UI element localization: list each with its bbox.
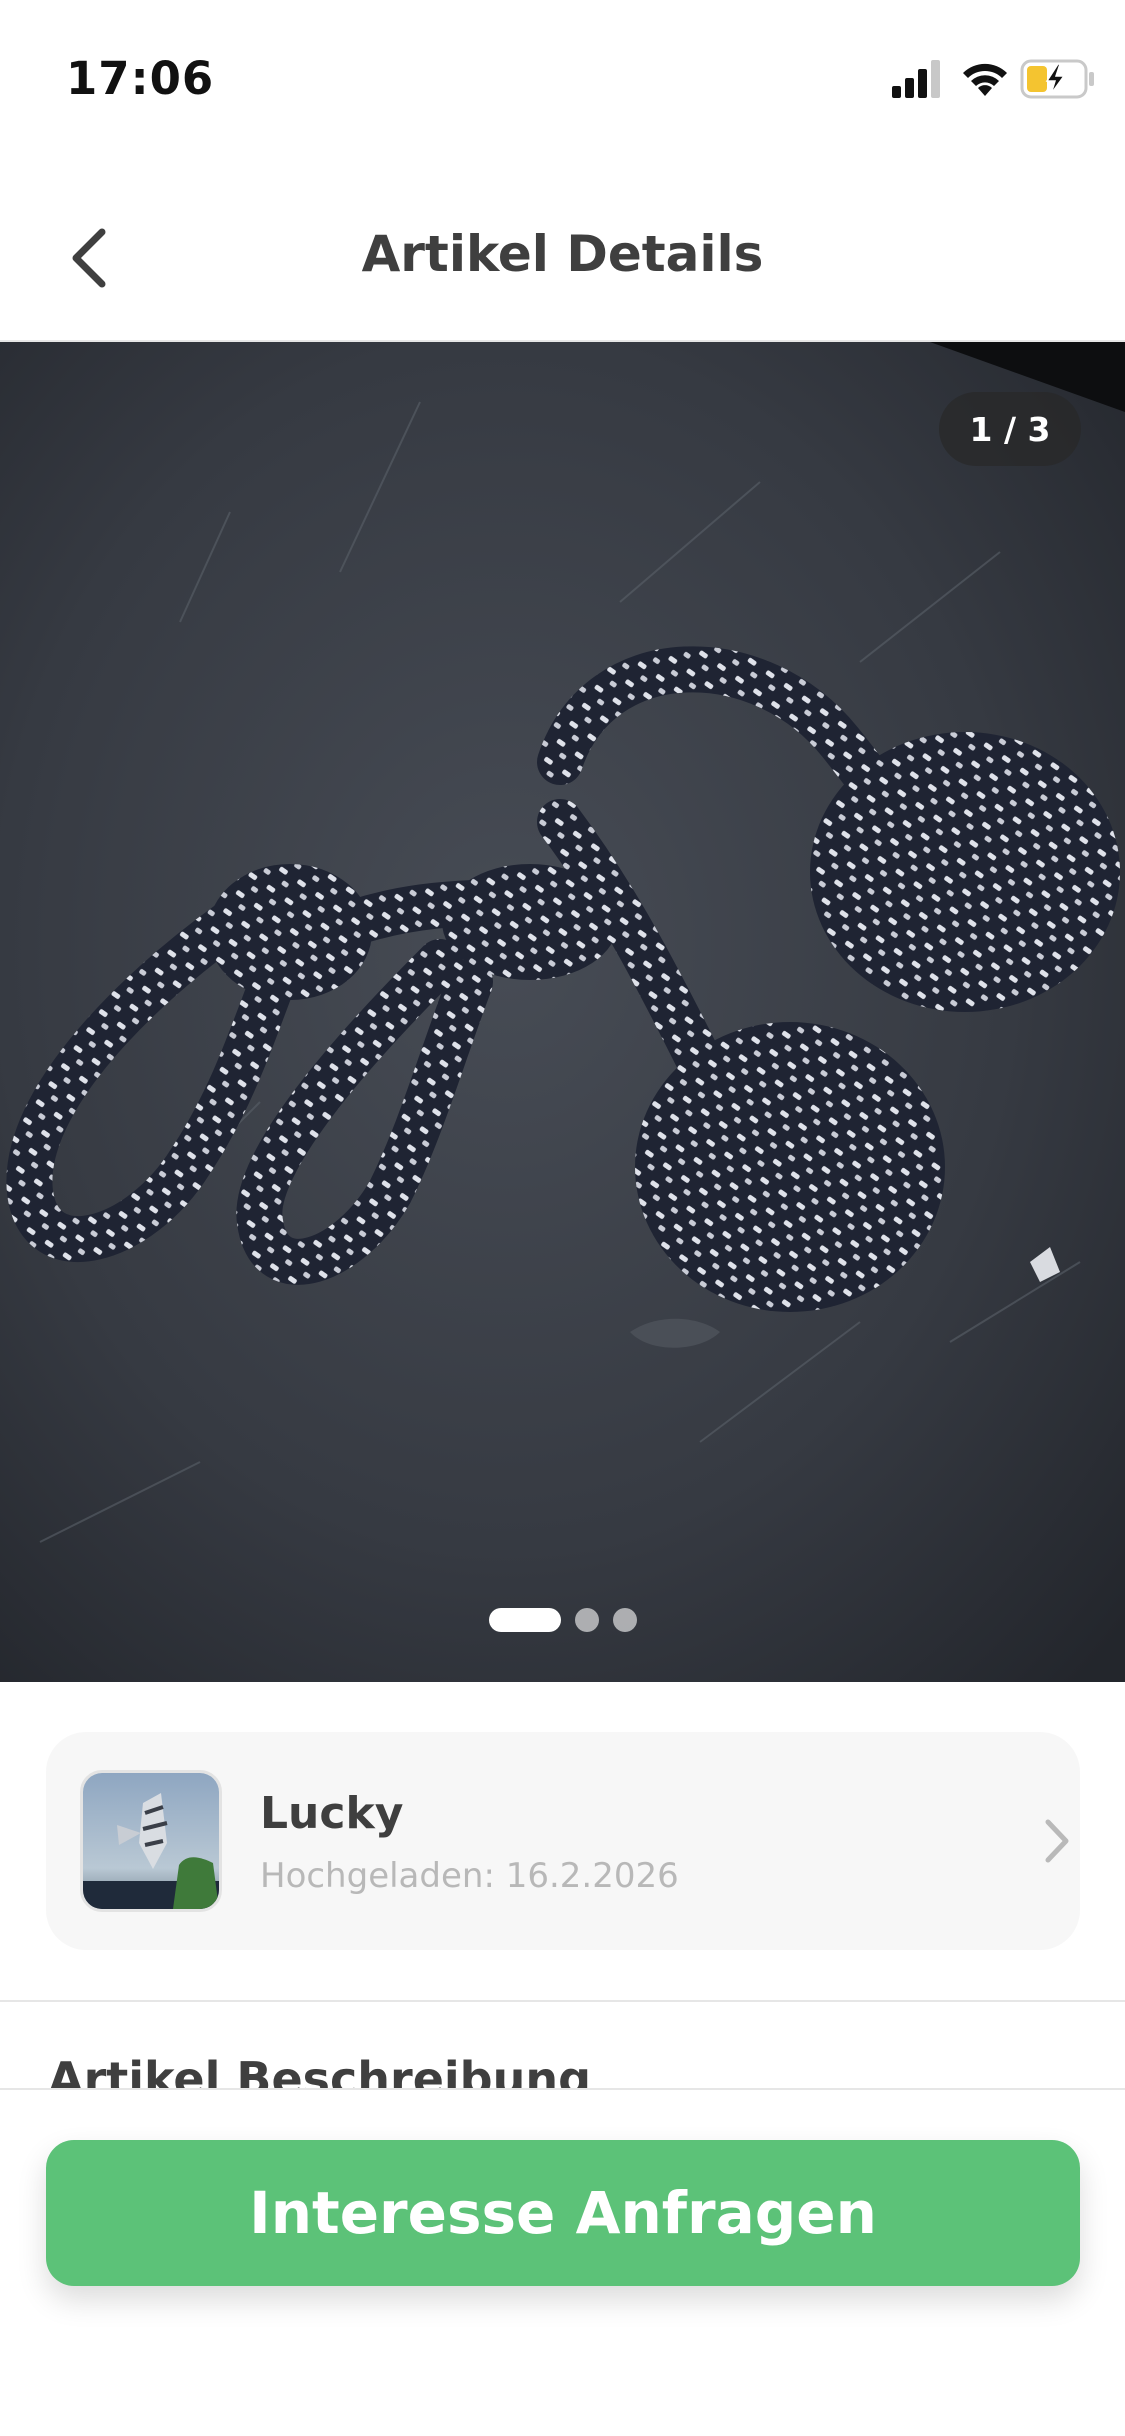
page-title: Artikel Details: [361, 225, 764, 283]
page-dot[interactable]: [574, 1608, 599, 1632]
upload-date: Hochgeladen: 16.2.2026: [260, 1856, 679, 1896]
avatar: [80, 1770, 222, 1912]
nav-bar: Artikel Details: [0, 170, 1125, 342]
image-counter: 1 / 3: [939, 392, 1081, 466]
product-photo: [0, 342, 1125, 1682]
page-dots[interactable]: [0, 1608, 1125, 1632]
wifi-icon: [963, 63, 1007, 96]
uploader-card[interactable]: Lucky Hochgeladen: 16.2.2026: [46, 1732, 1080, 1950]
avatar-image: [83, 1773, 219, 1909]
bottom-action-bar: Interesse Anfragen: [0, 2088, 1125, 2436]
divider: [0, 2000, 1125, 2002]
signal-icon: [892, 60, 940, 98]
request-interest-button[interactable]: Interesse Anfragen: [46, 2140, 1080, 2286]
uploader-name: Lucky: [260, 1788, 404, 1839]
status-bar: 17:06: [0, 0, 1125, 150]
battery-charging-icon: [1020, 59, 1094, 99]
image-carousel[interactable]: 1 / 3: [0, 342, 1125, 1682]
page-dot[interactable]: [612, 1608, 637, 1632]
status-time: 17:06: [66, 52, 215, 105]
page-dot-active[interactable]: [488, 1608, 561, 1632]
screen: 17:06 Artikel Details 1 / 3 Lucky Hochge…: [0, 0, 1125, 2436]
chevron-right-icon: [1045, 1819, 1069, 1863]
